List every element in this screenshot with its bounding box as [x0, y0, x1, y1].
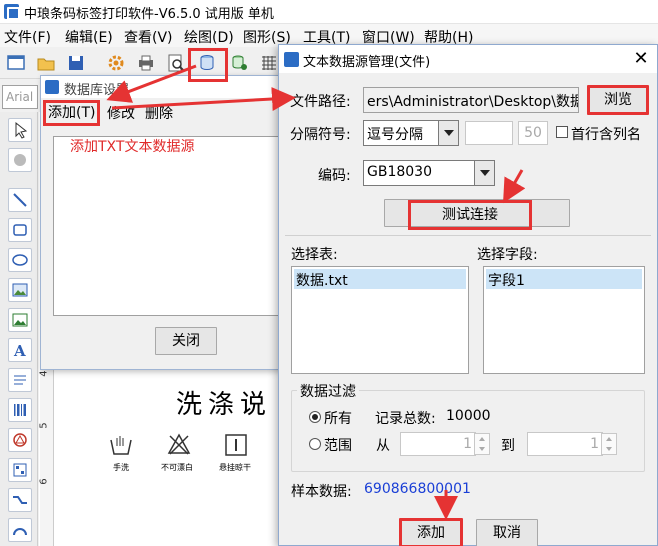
separator-select[interactable]: 逗号分隔 — [363, 120, 439, 146]
app-logo-icon — [4, 4, 20, 20]
field-listbox[interactable]: 字段1 — [483, 266, 645, 374]
ruler-number: 5 — [38, 422, 50, 429]
range-to-field[interactable]: 1 — [527, 432, 603, 456]
filter-all-label: 所有 — [324, 411, 352, 427]
qrcode-tool-icon[interactable] — [8, 458, 32, 482]
delete-menu-item[interactable]: 删除 — [145, 103, 173, 123]
menu-edit[interactable]: 编辑(E) — [65, 27, 113, 47]
filter-all-radio[interactable] — [309, 411, 321, 423]
print-preview-icon[interactable] — [165, 52, 187, 74]
list-item[interactable]: 字段1 — [486, 269, 642, 289]
wash-label: 悬挂晾干 — [219, 463, 251, 472]
vertical-ruler: 4 5 6 — [38, 360, 54, 546]
record-total-label: 记录总数: — [375, 411, 436, 427]
line-tool-icon[interactable] — [8, 188, 32, 212]
shape-tool-icon[interactable] — [8, 428, 32, 452]
range-to-label: 到 — [501, 438, 515, 454]
chevron-down-icon[interactable] — [439, 120, 459, 146]
print-icon[interactable] — [135, 52, 157, 74]
svg-text:A: A — [13, 342, 26, 360]
hand-wash-icon — [108, 432, 134, 458]
label-title-text[interactable]: 洗涤说 — [176, 384, 272, 421]
new-document-icon[interactable] — [5, 52, 27, 74]
select-table-label: 选择表: — [291, 247, 338, 263]
datasource-list[interactable] — [53, 136, 279, 316]
dialog-title: 数据库设置 — [64, 83, 130, 98]
list-item[interactable]: 数据.txt — [294, 269, 466, 289]
menu-draw[interactable]: 绘图(D) — [184, 27, 234, 47]
column-count-field[interactable]: 50 — [518, 121, 548, 145]
file-path-label: 文件路径: — [290, 94, 351, 110]
ruler-number: 6 — [38, 478, 50, 485]
app-title: 中琅条码标签打印软件-V6.5.0 试用版 单机 — [24, 7, 274, 22]
settings-gear-icon[interactable] — [105, 52, 127, 74]
first-row-header-checkbox[interactable] — [556, 126, 568, 138]
filter-range-label: 范围 — [324, 438, 352, 454]
hang-dry-icon — [223, 432, 249, 458]
text-datasource-dialog: 文本数据源管理(文件) ✕ 文件路径: ers\Administrator\De… — [278, 44, 658, 546]
custom-separator-field[interactable] — [465, 121, 513, 145]
sample-data-label: 样本数据: — [291, 484, 352, 500]
menu-file[interactable]: 文件(F) — [4, 27, 51, 47]
data-filter-group — [291, 390, 645, 472]
range-to-spinner[interactable] — [601, 433, 617, 455]
file-path-field[interactable]: ers\Administrator\Desktop\数据.txt — [363, 87, 579, 113]
encoding-label: 编码: — [318, 168, 351, 184]
range-from-label: 从 — [376, 438, 390, 454]
dialog-app-icon — [284, 52, 299, 67]
grid-icon[interactable] — [258, 52, 280, 74]
add-button[interactable]: 添加 — [399, 518, 463, 546]
browse-button[interactable]: 浏览 — [587, 85, 649, 115]
range-from-spinner[interactable] — [474, 433, 490, 455]
range-from-field[interactable]: 1 — [400, 432, 476, 456]
open-folder-icon[interactable] — [35, 52, 57, 74]
add-menu-item[interactable]: 添加(T) — [43, 100, 101, 126]
edit-menu-item[interactable]: 修改 — [107, 103, 135, 123]
database-connect-icon[interactable] — [228, 52, 250, 74]
wash-label: 手洗 — [113, 463, 129, 472]
database-icon-highlight — [188, 48, 228, 82]
barcode-tool-icon[interactable] — [8, 398, 32, 422]
left-tool-palette: A — [0, 112, 38, 546]
filter-range-radio[interactable] — [309, 438, 321, 450]
test-connection-button[interactable]: 测试连接 — [408, 200, 532, 230]
arc-tool-icon[interactable] — [8, 518, 32, 542]
font-name-select[interactable]: Arial — [2, 85, 38, 109]
dialog-titlebar: 文本数据源管理(文件) ✕ — [279, 45, 657, 73]
image-tool-icon[interactable] — [8, 278, 32, 302]
close-icon[interactable]: ✕ — [631, 48, 651, 69]
close-button[interactable]: 关闭 — [155, 327, 217, 355]
curve-tool-icon[interactable] — [8, 488, 32, 512]
separator-line — [285, 235, 651, 236]
app-titlebar: 中琅条码标签打印软件-V6.5.0 试用版 单机 — [0, 0, 658, 24]
database-settings-dialog: 数据库设置 添加(T) 修改 删除 添加TXT文本数据源 关闭 — [40, 75, 280, 370]
pointer-tool-icon[interactable] — [8, 118, 32, 142]
wash-label: 不可漂白 — [161, 463, 193, 472]
no-bleach-icon — [166, 432, 192, 458]
encoding-select[interactable]: GB18030 — [363, 160, 475, 186]
separator-label: 分隔符号: — [290, 127, 351, 143]
rotate-tool-icon[interactable] — [8, 148, 32, 172]
chevron-down-icon[interactable] — [475, 160, 495, 186]
select-field-label: 选择字段: — [477, 247, 538, 263]
rich-text-tool-icon[interactable] — [8, 368, 32, 392]
rectangle-tool-icon[interactable] — [8, 218, 32, 242]
record-total-value: 10000 — [446, 408, 491, 424]
dialog-titlebar: 数据库设置 — [41, 76, 279, 98]
annotation-text: 添加TXT文本数据源 — [70, 139, 195, 155]
data-filter-title: 数据过滤 — [297, 381, 359, 401]
save-icon[interactable] — [65, 52, 87, 74]
text-tool-icon[interactable]: A — [8, 338, 32, 362]
dialog-app-icon — [45, 80, 59, 94]
cancel-button[interactable]: 取消 — [476, 519, 538, 546]
sample-data-value: 690866800001 — [364, 481, 471, 497]
table-listbox[interactable]: 数据.txt — [291, 266, 469, 374]
ellipse-tool-icon[interactable] — [8, 248, 32, 272]
ruler-number: 4 — [38, 370, 50, 377]
first-row-header-label: 首行含列名 — [571, 127, 641, 143]
menu-view[interactable]: 查看(V) — [124, 27, 173, 47]
dialog-title: 文本数据源管理(文件) — [303, 55, 431, 70]
picture-tool-icon[interactable] — [8, 308, 32, 332]
